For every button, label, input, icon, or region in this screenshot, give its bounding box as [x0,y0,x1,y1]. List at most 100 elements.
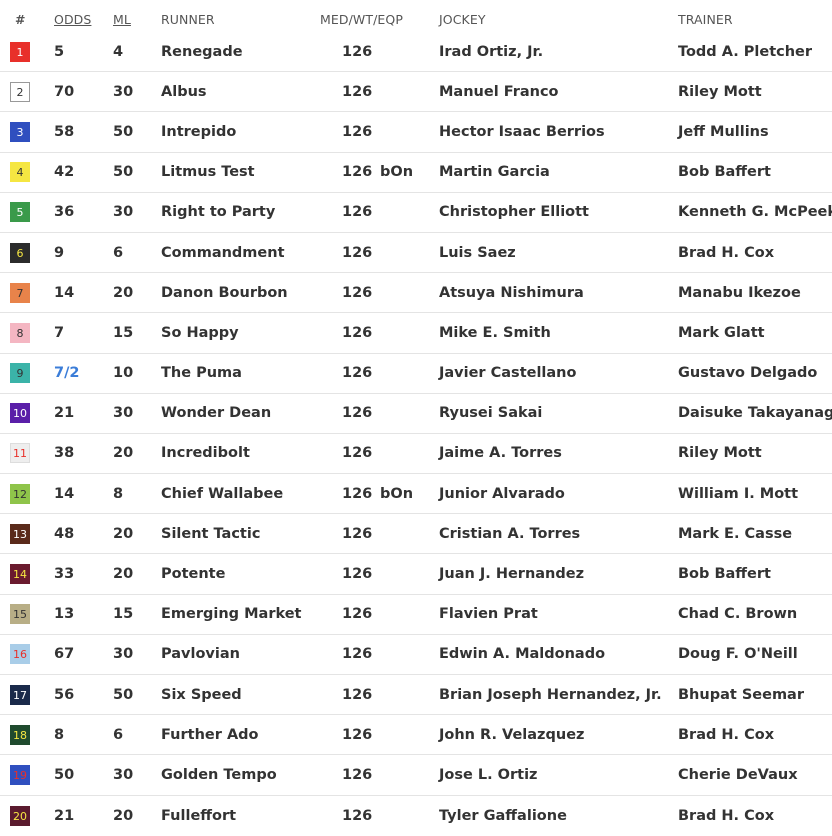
trainer-name-link[interactable]: Gustavo Delgado [678,365,817,381]
runner-name-link[interactable]: Chief Wallabee [161,486,283,502]
runner-name-link[interactable]: Albus [161,84,207,100]
odds-value: 56 [54,686,75,703]
jockey-name-link[interactable]: Irad Ortiz, Jr. [439,44,543,60]
runner-name-link[interactable]: Further Ado [161,727,259,743]
morning-line-value: 30 [113,405,134,422]
runner-name-link[interactable]: Potente [161,566,225,582]
jockey-name-link[interactable]: Luis Saez [439,245,516,261]
runner-name-link[interactable]: Litmus Test [161,164,255,180]
morning-line-value: 6 [113,726,124,743]
trainer-name-link[interactable]: Bob Baffert [678,566,771,582]
jockey-name-link[interactable]: Tyler Gaffalione [439,808,567,824]
table-row: 17 56 50 Six Speed 126 Brian Joseph Hernandez… [0,675,832,716]
jockey-name-link[interactable]: Jose L. Ortiz [439,767,537,783]
table-row: 12 14 8 Chief Wallabee 126 bOn Junior Alvarado… [0,474,832,515]
morning-line-value: 50 [113,686,134,703]
odds-value: 5 [54,43,65,60]
weight-value: 126 [342,726,373,743]
runner-name-link[interactable]: Commandment [161,245,285,261]
trainer-name-link[interactable]: Mark E. Casse [678,526,792,542]
runner-name-link[interactable]: Silent Tactic [161,526,260,542]
saddle-cloth-number: 18 [10,724,30,745]
jockey-name-link[interactable]: Brian Joseph Hernandez, Jr. [439,687,662,703]
weight-value: 126 [342,485,373,502]
jockey-name-link[interactable]: Atsuya Nishimura [439,285,584,301]
header-ml-sort[interactable]: ML [113,12,131,27]
saddle-cloth-number: 1 [10,41,30,62]
trainer-name-link[interactable]: Cherie DeVaux [678,767,798,783]
trainer-name-link[interactable]: Riley Mott [678,445,762,461]
morning-line-value: 15 [113,606,134,623]
table-row: 18 8 6 Further Ado 126 John R. Velazquez Brad … [0,715,832,756]
trainer-name-link[interactable]: Todd A. Pletcher [678,44,812,60]
trainer-name-link[interactable]: Brad H. Cox [678,727,774,743]
saddle-cloth-number: 17 [10,684,30,705]
odds-value: 33 [54,566,75,583]
jockey-name-link[interactable]: Flavien Prat [439,606,538,622]
runner-name-link[interactable]: Golden Tempo [161,767,277,783]
odds-value: 14 [54,284,75,301]
saddle-cloth-number: 16 [10,644,30,665]
runner-name-link[interactable]: Intrepido [161,124,236,140]
jockey-name-link[interactable]: Juan J. Hernandez [439,566,584,582]
jockey-name-link[interactable]: Jaime A. Torres [439,445,562,461]
morning-line-value: 10 [113,365,134,382]
jockey-name-link[interactable]: Junior Alvarado [439,486,565,502]
morning-line-value: 8 [113,485,124,502]
jockey-name-link[interactable]: Christopher Elliott [439,204,589,220]
trainer-name-link[interactable]: Chad C. Brown [678,606,797,622]
trainer-name-link[interactable]: Brad H. Cox [678,808,774,824]
runners-table-body: 1 5 4 Renegade 126 Irad Ortiz, Jr. Todd A. Ple… [0,32,832,836]
jockey-name-link[interactable]: Cristian A. Torres [439,526,580,542]
odds-value: 13 [54,606,75,623]
jockey-name-link[interactable]: Edwin A. Maldonado [439,646,605,662]
trainer-name-link[interactable]: Doug F. O'Neill [678,646,798,662]
morning-line-value: 15 [113,324,134,341]
morning-line-value: 50 [113,164,134,181]
runner-name-link[interactable]: Emerging Market [161,606,301,622]
weight-value: 126 [342,365,373,382]
jockey-name-link[interactable]: Ryusei Sakai [439,405,542,421]
equipment-value: bOn [380,164,414,181]
trainer-name-link[interactable]: Riley Mott [678,84,762,100]
runner-name-link[interactable]: Fulleffort [161,808,236,824]
odds-value: 9 [54,244,65,261]
weight-value: 126 [342,766,373,783]
saddle-cloth-number: 10 [10,403,30,424]
runner-name-link[interactable]: The Puma [161,365,242,381]
runner-name-link[interactable]: Right to Party [161,204,275,220]
runner-name-link[interactable]: Danon Bourbon [161,285,288,301]
jockey-name-link[interactable]: Hector Isaac Berrios [439,124,605,140]
morning-line-value: 20 [113,525,134,542]
jockey-name-link[interactable]: Javier Castellano [439,365,576,381]
header-odds-sort[interactable]: ODDS [54,12,91,27]
table-row: 7 14 20 Danon Bourbon 126 Atsuya Nishimura Man… [0,273,832,314]
morning-line-value: 30 [113,766,134,783]
jockey-name-link[interactable]: Martin Garcia [439,164,550,180]
jockey-name-link[interactable]: John R. Velazquez [439,727,584,743]
odds-value: 14 [54,485,75,502]
trainer-name-link[interactable]: Daisuke Takayanagi [678,405,832,421]
saddle-cloth-number: 19 [10,764,30,785]
runner-name-link[interactable]: Pavlovian [161,646,240,662]
weight-value: 126 [342,43,373,60]
trainer-name-link[interactable]: Brad H. Cox [678,245,774,261]
trainer-name-link[interactable]: Manabu Ikezoe [678,285,801,301]
runner-name-link[interactable]: Incredibolt [161,445,250,461]
table-row: 19 50 30 Golden Tempo 126 Jose L. Ortiz Cherie… [0,755,832,796]
trainer-name-link[interactable]: Jeff Mullins [678,124,769,140]
runner-name-link[interactable]: Renegade [161,44,243,60]
trainer-name-link[interactable]: Bhupat Seemar [678,687,804,703]
runner-name-link[interactable]: Wonder Dean [161,405,271,421]
trainer-name-link[interactable]: Bob Baffert [678,164,771,180]
runner-name-link[interactable]: So Happy [161,325,239,341]
trainer-name-link[interactable]: Kenneth G. McPeek [678,204,832,220]
trainer-name-link[interactable]: Mark Glatt [678,325,765,341]
trainer-name-link[interactable]: William I. Mott [678,486,798,502]
odds-value: 50 [54,766,75,783]
runner-name-link[interactable]: Six Speed [161,687,242,703]
weight-value: 126 [342,324,373,341]
table-row: 9 7/2 10 The Puma 126 Javier Castellano Gustav… [0,354,832,394]
jockey-name-link[interactable]: Manuel Franco [439,84,559,100]
jockey-name-link[interactable]: Mike E. Smith [439,325,551,341]
